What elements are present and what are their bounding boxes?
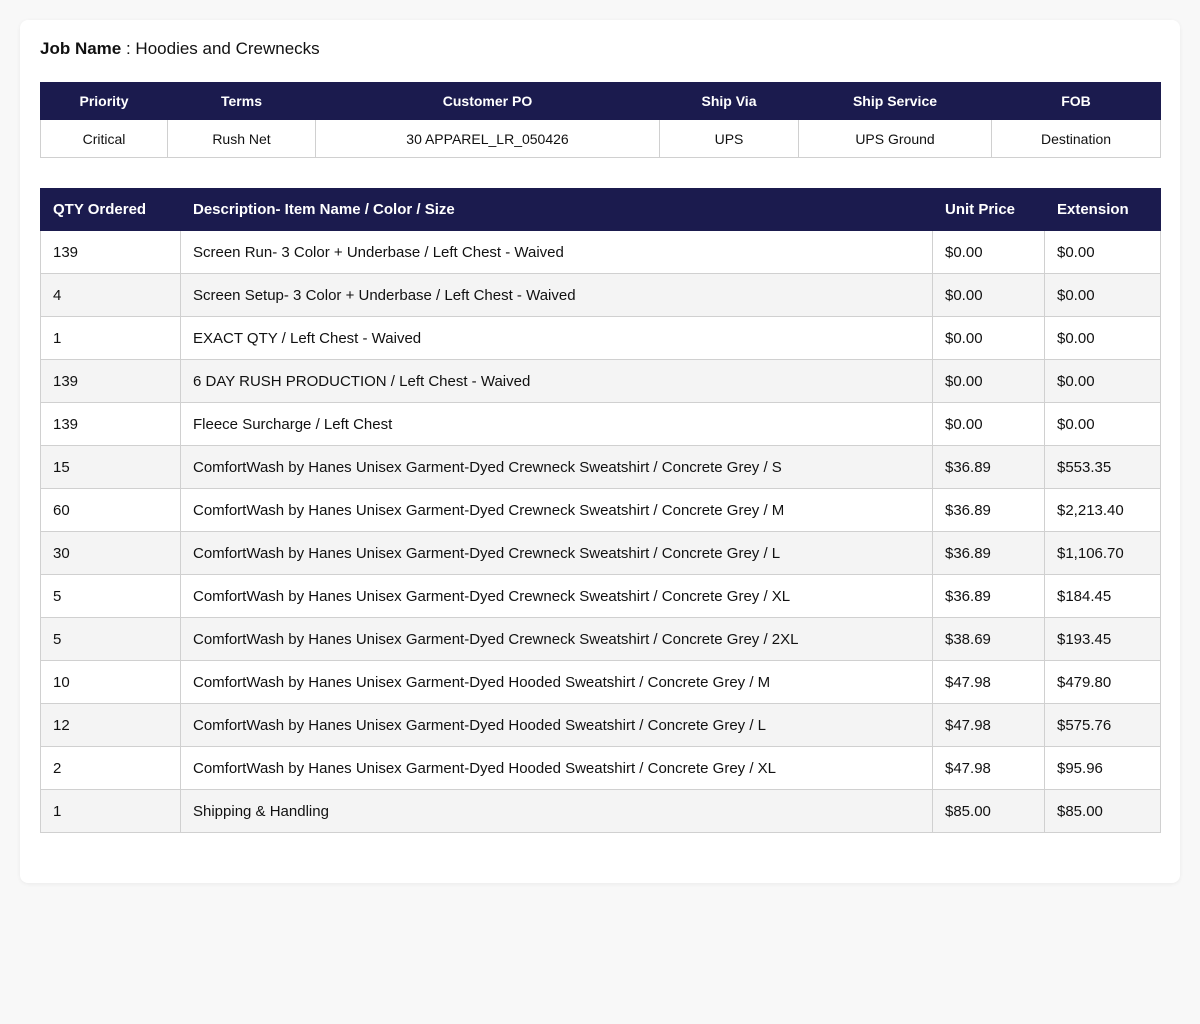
extension-header: Extension [1044, 188, 1161, 231]
extension-cell: $0.00 [1044, 230, 1161, 274]
qty-cell: 12 [40, 703, 181, 747]
ship-service-header: Ship Service [798, 82, 992, 120]
unit-price-header: Unit Price [932, 188, 1045, 231]
extension-cell: $193.45 [1044, 617, 1161, 661]
priority-header: Priority [40, 82, 168, 120]
job-name-label: Job Name [40, 39, 122, 58]
qty-cell: 139 [40, 402, 181, 446]
extension-cell: $95.96 [1044, 746, 1161, 790]
job-name-separator: : [121, 39, 136, 58]
job-name-line: Job Name : Hoodies and Crewnecks [40, 38, 1160, 60]
description-cell: ComfortWash by Hanes Unisex Garment-Dyed… [180, 488, 933, 532]
priority-value: Critical [40, 119, 168, 158]
description-cell: EXACT QTY / Left Chest - Waived [180, 316, 933, 360]
unit-price-cell: $38.69 [932, 617, 1045, 661]
unit-price-cell: $36.89 [932, 531, 1045, 575]
fob-value: Destination [991, 119, 1161, 158]
table-row: 2 ComfortWash by Hanes Unisex Garment-Dy… [40, 746, 1161, 790]
qty-header: QTY Ordered [40, 188, 181, 231]
qty-cell: 1 [40, 316, 181, 360]
line-items-table: QTY Ordered Description- Item Name / Col… [40, 188, 1161, 833]
qty-cell: 10 [40, 660, 181, 704]
order-info-values-row: Critical Rush Net 30 APPAREL_LR_050426 U… [40, 119, 1161, 158]
terms-value: Rush Net [167, 119, 316, 158]
line-items-header-row: QTY Ordered Description- Item Name / Col… [40, 188, 1161, 231]
table-row: 4 Screen Setup- 3 Color + Underbase / Le… [40, 273, 1161, 317]
table-row: 139 6 DAY RUSH PRODUCTION / Left Chest -… [40, 359, 1161, 403]
table-row: 5 ComfortWash by Hanes Unisex Garment-Dy… [40, 617, 1161, 661]
qty-cell: 30 [40, 531, 181, 575]
order-info-table: Priority Terms Customer PO Ship Via Ship… [40, 82, 1161, 158]
description-cell: Shipping & Handling [180, 789, 933, 833]
table-row: 10 ComfortWash by Hanes Unisex Garment-D… [40, 660, 1161, 704]
description-cell: Screen Setup- 3 Color + Underbase / Left… [180, 273, 933, 317]
description-cell: ComfortWash by Hanes Unisex Garment-Dyed… [180, 746, 933, 790]
qty-cell: 60 [40, 488, 181, 532]
table-row: 139 Fleece Surcharge / Left Chest $0.00 … [40, 402, 1161, 446]
extension-cell: $0.00 [1044, 402, 1161, 446]
unit-price-cell: $36.89 [932, 574, 1045, 618]
extension-cell: $575.76 [1044, 703, 1161, 747]
extension-cell: $184.45 [1044, 574, 1161, 618]
unit-price-cell: $36.89 [932, 488, 1045, 532]
qty-cell: 139 [40, 359, 181, 403]
ship-via-value: UPS [659, 119, 799, 158]
extension-cell: $553.35 [1044, 445, 1161, 489]
ship-via-header: Ship Via [659, 82, 799, 120]
terms-header: Terms [167, 82, 316, 120]
unit-price-cell: $36.89 [932, 445, 1045, 489]
qty-cell: 2 [40, 746, 181, 790]
table-row: 12 ComfortWash by Hanes Unisex Garment-D… [40, 703, 1161, 747]
qty-cell: 5 [40, 617, 181, 661]
unit-price-cell: $0.00 [932, 273, 1045, 317]
qty-cell: 15 [40, 445, 181, 489]
qty-cell: 1 [40, 789, 181, 833]
unit-price-cell: $0.00 [932, 316, 1045, 360]
extension-cell: $85.00 [1044, 789, 1161, 833]
order-info-header-row: Priority Terms Customer PO Ship Via Ship… [40, 82, 1161, 120]
qty-cell: 4 [40, 273, 181, 317]
extension-cell: $0.00 [1044, 359, 1161, 403]
qty-cell: 5 [40, 574, 181, 618]
table-row: 5 ComfortWash by Hanes Unisex Garment-Dy… [40, 574, 1161, 618]
description-cell: ComfortWash by Hanes Unisex Garment-Dyed… [180, 617, 933, 661]
unit-price-cell: $47.98 [932, 746, 1045, 790]
description-cell: ComfortWash by Hanes Unisex Garment-Dyed… [180, 445, 933, 489]
unit-price-cell: $0.00 [932, 402, 1045, 446]
unit-price-cell: $47.98 [932, 703, 1045, 747]
ship-service-value: UPS Ground [798, 119, 992, 158]
table-row: 30 ComfortWash by Hanes Unisex Garment-D… [40, 531, 1161, 575]
fob-header: FOB [991, 82, 1161, 120]
description-cell: Fleece Surcharge / Left Chest [180, 402, 933, 446]
unit-price-cell: $0.00 [932, 359, 1045, 403]
table-row: 1 Shipping & Handling $85.00 $85.00 [40, 789, 1161, 833]
unit-price-cell: $47.98 [932, 660, 1045, 704]
extension-cell: $479.80 [1044, 660, 1161, 704]
qty-cell: 139 [40, 230, 181, 274]
extension-cell: $1,106.70 [1044, 531, 1161, 575]
extension-cell: $0.00 [1044, 273, 1161, 317]
description-cell: ComfortWash by Hanes Unisex Garment-Dyed… [180, 574, 933, 618]
table-row: 1 EXACT QTY / Left Chest - Waived $0.00 … [40, 316, 1161, 360]
unit-price-cell: $0.00 [932, 230, 1045, 274]
description-cell: ComfortWash by Hanes Unisex Garment-Dyed… [180, 531, 933, 575]
purchase-order-card: Job Name : Hoodies and Crewnecks Priorit… [20, 20, 1180, 883]
job-name-value: Hoodies and Crewnecks [135, 39, 320, 58]
description-cell: ComfortWash by Hanes Unisex Garment-Dyed… [180, 703, 933, 747]
description-cell: ComfortWash by Hanes Unisex Garment-Dyed… [180, 660, 933, 704]
description-cell: 6 DAY RUSH PRODUCTION / Left Chest - Wai… [180, 359, 933, 403]
table-row: 60 ComfortWash by Hanes Unisex Garment-D… [40, 488, 1161, 532]
unit-price-cell: $85.00 [932, 789, 1045, 833]
extension-cell: $0.00 [1044, 316, 1161, 360]
table-row: 15 ComfortWash by Hanes Unisex Garment-D… [40, 445, 1161, 489]
description-cell: Screen Run- 3 Color + Underbase / Left C… [180, 230, 933, 274]
description-header: Description- Item Name / Color / Size [180, 188, 933, 231]
customer-po-value: 30 APPAREL_LR_050426 [315, 119, 660, 158]
customer-po-header: Customer PO [315, 82, 660, 120]
table-row: 139 Screen Run- 3 Color + Underbase / Le… [40, 230, 1161, 274]
extension-cell: $2,213.40 [1044, 488, 1161, 532]
